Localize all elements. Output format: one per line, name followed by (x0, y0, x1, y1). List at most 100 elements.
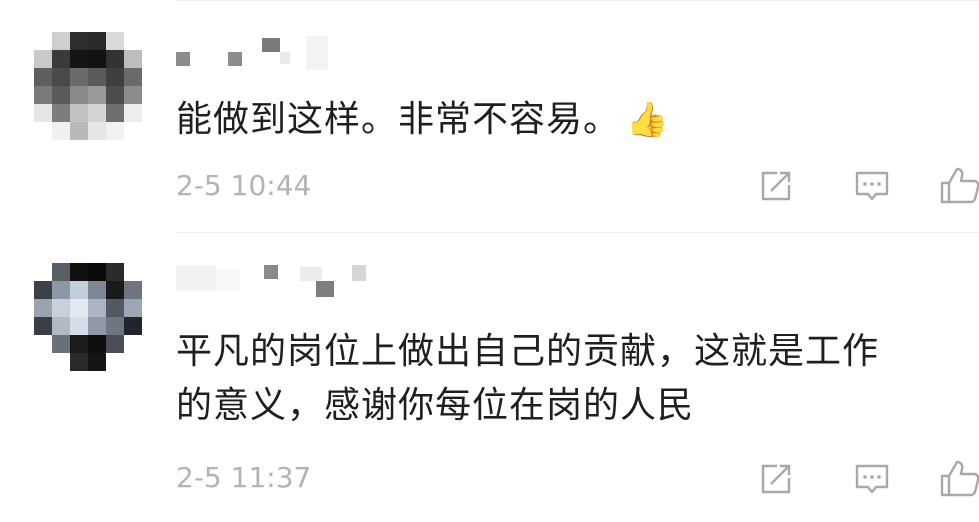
comment-actions (754, 457, 979, 501)
avatar-pixel (70, 68, 88, 86)
avatar-pixel (52, 50, 70, 68)
avatar-pixel (88, 122, 106, 140)
avatar-pixel (34, 263, 52, 281)
comment-text-line: 的意义，感谢你每位在岗的人民 (176, 385, 695, 426)
avatar-pixel (70, 335, 88, 353)
avatar-pixel (70, 86, 88, 104)
comment-timestamp: 2-5 11:37 (176, 461, 312, 494)
avatar-pixel (88, 353, 106, 371)
comment-text: 平凡的岗位上做出自己的贡献，这就是工作 的意义，感谢你每位在岗的人民 (176, 325, 976, 433)
reply-icon (855, 171, 889, 201)
avatar-pixel (124, 122, 142, 140)
avatar-pixel (106, 281, 124, 299)
avatar-pixel (34, 50, 52, 68)
avatar-pixel (106, 32, 124, 50)
avatar-pixel (88, 32, 106, 50)
comment-item: 能做到这样。非常不容易。 👍 2-5 10:44 (0, 0, 979, 233)
reply-icon (855, 464, 889, 494)
avatar-pixel (70, 32, 88, 50)
avatar-pixel (106, 86, 124, 104)
avatar-pixel (88, 281, 106, 299)
avatar-pixel (70, 122, 88, 140)
avatar-pixel (88, 299, 106, 317)
avatar-pixel (52, 32, 70, 50)
avatar-pixel (106, 122, 124, 140)
avatar-pixel (124, 86, 142, 104)
like-button[interactable] (936, 164, 979, 208)
avatar-pixel (124, 299, 142, 317)
avatar-pixel (34, 281, 52, 299)
like-icon (940, 167, 979, 204)
avatar-pixel (88, 317, 106, 335)
avatar-pixel (34, 68, 52, 86)
avatar-pixel (52, 104, 70, 122)
avatar[interactable] (34, 32, 142, 140)
avatar-pixel (52, 353, 70, 371)
avatar-pixel (124, 317, 142, 335)
thumbs-up-emoji-icon: 👍 (626, 100, 670, 140)
avatar-pixel (70, 263, 88, 281)
avatar[interactable] (34, 263, 142, 371)
avatar-pixel (88, 104, 106, 122)
avatar-pixel (124, 68, 142, 86)
comment-list: 能做到这样。非常不容易。 👍 2-5 10:44 平凡的岗位上做出自己的贡献，这… (0, 0, 979, 522)
avatar-pixel (70, 104, 88, 122)
avatar-pixel (52, 281, 70, 299)
username-pixelated[interactable] (176, 32, 356, 72)
avatar-pixel (124, 353, 142, 371)
avatar-pixel (106, 317, 124, 335)
avatar-pixel (124, 335, 142, 353)
avatar-pixel (106, 299, 124, 317)
avatar-pixel (88, 50, 106, 68)
avatar-pixel (52, 122, 70, 140)
share-button[interactable] (754, 164, 798, 208)
avatar-pixel (88, 86, 106, 104)
avatar-pixel (106, 263, 124, 281)
avatar-pixel (106, 353, 124, 371)
avatar-pixel (124, 50, 142, 68)
avatar-pixel (34, 104, 52, 122)
reply-button[interactable] (850, 457, 894, 501)
avatar-pixel (34, 335, 52, 353)
share-icon (761, 464, 791, 494)
avatar-pixel (52, 68, 70, 86)
reply-button[interactable] (850, 164, 894, 208)
share-button[interactable] (754, 457, 798, 501)
avatar-pixel (124, 32, 142, 50)
avatar-pixel (88, 335, 106, 353)
avatar-pixel (34, 86, 52, 104)
avatar-pixel (52, 263, 70, 281)
avatar-pixel (106, 104, 124, 122)
avatar-pixel (106, 50, 124, 68)
avatar-pixel (106, 335, 124, 353)
avatar-pixel (124, 263, 142, 281)
username-pixelated[interactable] (176, 263, 366, 303)
avatar-pixel (34, 299, 52, 317)
avatar-pixel (70, 299, 88, 317)
avatar-pixel (88, 263, 106, 281)
comment-item: 平凡的岗位上做出自己的贡献，这就是工作 的意义，感谢你每位在岗的人民 2-5 1… (0, 233, 979, 522)
avatar-pixel (124, 104, 142, 122)
like-button[interactable] (936, 457, 979, 501)
avatar-pixel (70, 353, 88, 371)
avatar-pixel (70, 50, 88, 68)
comment-actions (754, 164, 979, 208)
avatar-pixel (52, 335, 70, 353)
avatar-pixel (34, 317, 52, 335)
avatar-pixel (106, 68, 124, 86)
share-icon (761, 171, 791, 201)
avatar-pixel (70, 281, 88, 299)
avatar-pixel (34, 32, 52, 50)
like-icon (940, 460, 979, 497)
avatar-pixel (34, 353, 52, 371)
avatar-pixel (124, 281, 142, 299)
comment-text-line: 能做到这样。非常不容易。 👍 (176, 93, 976, 147)
avatar-pixel (52, 86, 70, 104)
avatar-pixel (52, 299, 70, 317)
comment-text: 能做到这样。非常不容易。 👍 (176, 93, 976, 147)
avatar-pixel (70, 317, 88, 335)
avatar-pixel (88, 68, 106, 86)
comment-text-line: 平凡的岗位上做出自己的贡献，这就是工作 (176, 331, 880, 372)
comment-timestamp: 2-5 10:44 (176, 169, 312, 202)
avatar-pixel (34, 122, 52, 140)
